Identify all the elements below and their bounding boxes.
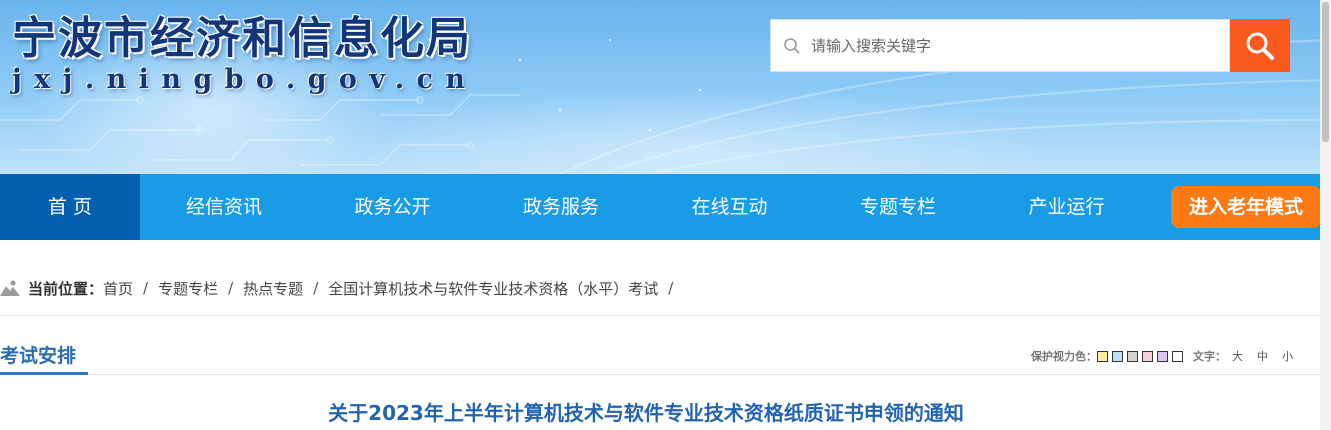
main-nav: 首 页 经信资讯 政务公开 政务服务 在线互动 专题专栏 产业运行 bbox=[0, 174, 1331, 240]
font-size-medium[interactable]: 中 bbox=[1257, 348, 1268, 364]
nav-item-gov-info[interactable]: 政务公开 bbox=[308, 174, 477, 240]
breadcrumb-hot-topics[interactable]: 热点专题 bbox=[243, 278, 303, 299]
font-size-small[interactable]: 小 bbox=[1282, 348, 1293, 364]
nav-item-interaction[interactable]: 在线互动 bbox=[645, 174, 814, 240]
article-title: 关于2023年上半年计算机技术与软件专业技术资格纸质证书申领的通知 bbox=[328, 401, 964, 425]
breadcrumb-separator: / bbox=[228, 279, 234, 297]
scrollbar-thumb[interactable] bbox=[1322, 2, 1329, 142]
reading-tools: 保护视力色： 文字： 大 中 小 bbox=[1031, 348, 1307, 364]
breadcrumb-exam[interactable]: 全国计算机技术与软件专业技术资格（水平）考试 bbox=[328, 278, 658, 299]
color-swatch-blue[interactable] bbox=[1112, 350, 1123, 362]
color-swatch-gray[interactable] bbox=[1127, 350, 1138, 362]
breadcrumb-separator: / bbox=[143, 279, 149, 297]
color-swatch-white[interactable] bbox=[1172, 350, 1183, 362]
breadcrumb: 当前位置： 首页 / 专题专栏 / 热点专题 / 全国计算机技术与软件专业技术资… bbox=[0, 277, 683, 299]
breadcrumb-home[interactable]: 首页 bbox=[103, 278, 133, 299]
nav-item-special[interactable]: 专题专栏 bbox=[814, 174, 982, 240]
section-tab-underline bbox=[0, 372, 88, 375]
font-size-large[interactable]: 大 bbox=[1232, 348, 1243, 364]
page: 宁波市经济和信息化局 jxj.ningbo.gov.cn 首 页 经信资讯 政务… bbox=[0, 0, 1331, 430]
color-swatch-yellow[interactable] bbox=[1097, 350, 1108, 362]
breadcrumb-label: 当前位置： bbox=[28, 279, 104, 298]
nav-item-gov-service[interactable]: 政务服务 bbox=[477, 174, 645, 240]
site-domain: jxj.ningbo.gov.cn bbox=[12, 64, 478, 95]
divider bbox=[0, 315, 1320, 316]
nav-item-industry[interactable]: 产业运行 bbox=[982, 174, 1151, 240]
search-button[interactable] bbox=[1230, 19, 1290, 72]
font-size-label: 文字： bbox=[1193, 350, 1226, 363]
search-box bbox=[770, 19, 1230, 72]
elder-mode-button[interactable]: 进入老年模式 bbox=[1171, 186, 1321, 228]
color-swatch-pink[interactable] bbox=[1142, 350, 1153, 362]
nav-item-news[interactable]: 经信资讯 bbox=[140, 174, 308, 240]
nav-item-home[interactable]: 首 页 bbox=[0, 174, 140, 240]
search-input[interactable] bbox=[811, 32, 1211, 60]
breadcrumb-separator: / bbox=[313, 279, 319, 297]
search-icon bbox=[784, 38, 800, 54]
search-submit-icon bbox=[1246, 32, 1274, 60]
location-icon bbox=[0, 280, 20, 296]
divider bbox=[0, 374, 1320, 375]
section-tab-exam-schedule[interactable]: 考试安排 bbox=[0, 341, 76, 368]
color-swatch-purple[interactable] bbox=[1157, 350, 1168, 362]
breadcrumb-special[interactable]: 专题专栏 bbox=[158, 278, 218, 299]
eye-protect-label: 保护视力色： bbox=[1031, 350, 1097, 363]
breadcrumb-separator: / bbox=[668, 279, 674, 297]
site-title: 宁波市经济和信息化局 bbox=[12, 13, 472, 64]
